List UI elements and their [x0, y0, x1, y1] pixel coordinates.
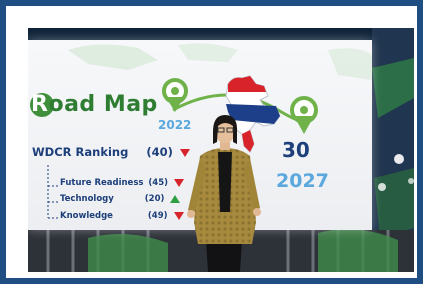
speaker [187, 115, 261, 272]
stage-light [394, 154, 404, 164]
sub-item-value: (20) [144, 194, 165, 204]
up-arrow-icon [170, 194, 181, 203]
sub-item-technology: Technology (20) [60, 194, 181, 204]
sub-item-knowledge: Knowledge (49) [60, 211, 184, 221]
event-photo: Road Map WDCR Ranking (40) Future Readin… [28, 28, 414, 272]
sub-item-value: (45) [148, 178, 169, 188]
road-map-initial: R [31, 92, 49, 117]
sub-item-label: Technology [60, 194, 114, 204]
target-value: 30 [282, 138, 310, 162]
stage-light [408, 178, 414, 184]
road-map-title: Road Map [31, 92, 158, 117]
sub-item-label: Future Readiness [60, 178, 144, 188]
ranking-value: (40) [146, 145, 173, 159]
road-map-title-rest: oad Map [48, 92, 158, 117]
stage-light [378, 183, 386, 191]
sub-item-value: (49) [147, 211, 168, 221]
year-end: 2027 [276, 170, 329, 192]
ranking-label: WDCR Ranking [32, 145, 129, 159]
sub-item-future-readiness: Future Readiness (45) [60, 178, 184, 188]
image-frame: Road Map WDCR Ranking (40) Future Readin… [6, 6, 417, 278]
sub-item-label: Knowledge [60, 211, 113, 221]
wdcr-ranking: WDCR Ranking (40) [32, 145, 190, 159]
